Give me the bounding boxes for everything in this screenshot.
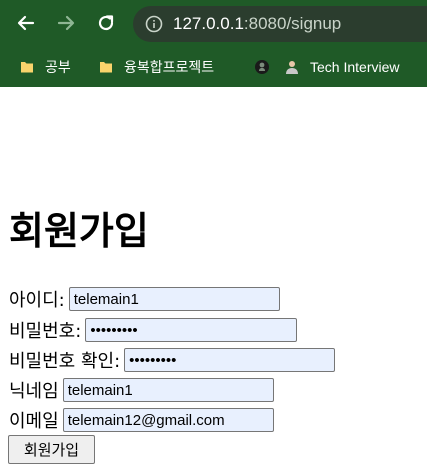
form-row-username: 아이디: xyxy=(9,285,280,313)
password-confirm-label: 비밀번호 확인: xyxy=(9,351,121,372)
github-icon xyxy=(255,60,269,74)
page-title: 회원가입 xyxy=(9,209,149,253)
form-row-password-confirm: 비밀번호 확인: xyxy=(9,346,336,374)
signup-submit-button[interactable]: 회원가입 xyxy=(8,435,95,464)
password-label: 비밀번호: xyxy=(9,321,82,342)
reload-icon xyxy=(98,15,114,31)
bookmark-folder-study[interactable]: 공부 xyxy=(19,56,71,78)
form-row-nickname: 닉네임 xyxy=(9,376,274,404)
form-row-email: 이메일 xyxy=(9,406,274,434)
nickname-label: 닉네임 xyxy=(9,381,59,402)
password-confirm-input[interactable] xyxy=(124,348,336,372)
bookmark-label: 융복합프로젝트 xyxy=(124,59,215,75)
bookmark-tech-interview[interactable]: Tech Interview xyxy=(284,56,399,78)
bookmark-folder-project[interactable]: 융복합프로젝트 xyxy=(98,56,214,78)
address-bar[interactable]: 127.0.0.1:8080/signup xyxy=(133,6,427,42)
back-button[interactable] xyxy=(12,9,40,37)
form-row-password: 비밀번호: xyxy=(9,316,298,344)
person-icon xyxy=(286,61,298,74)
username-label: 아이디: xyxy=(9,290,65,311)
url-text: 127.0.0.1:8080/signup xyxy=(173,14,341,34)
email-label: 이메일 xyxy=(9,411,59,432)
folder-icon xyxy=(100,62,112,73)
email-input[interactable] xyxy=(62,408,274,432)
bookmark-label: Tech Interview xyxy=(310,59,400,75)
folder-icon xyxy=(21,62,33,73)
bookmarks-bar: 공부 융복합프로젝트 Tech Interview xyxy=(0,48,427,87)
url-host: 127.0.0.1 xyxy=(173,14,244,33)
bookmark-github[interactable] xyxy=(254,56,280,78)
browser-toolbar: 127.0.0.1:8080/signup xyxy=(0,0,427,48)
username-input[interactable] xyxy=(68,287,280,311)
nickname-input[interactable] xyxy=(62,378,274,402)
browser-chrome: 127.0.0.1:8080/signup 공부 융복합프로젝트 Tech In… xyxy=(0,0,427,87)
reload-button[interactable] xyxy=(92,9,120,37)
arrow-left-icon xyxy=(17,15,35,31)
url-path: :8080/signup xyxy=(243,14,342,33)
bookmark-label: 공부 xyxy=(45,59,71,75)
password-input[interactable] xyxy=(85,318,298,342)
arrow-right-icon xyxy=(57,15,75,31)
forward-button[interactable] xyxy=(52,9,80,37)
site-info-icon[interactable] xyxy=(145,15,163,33)
